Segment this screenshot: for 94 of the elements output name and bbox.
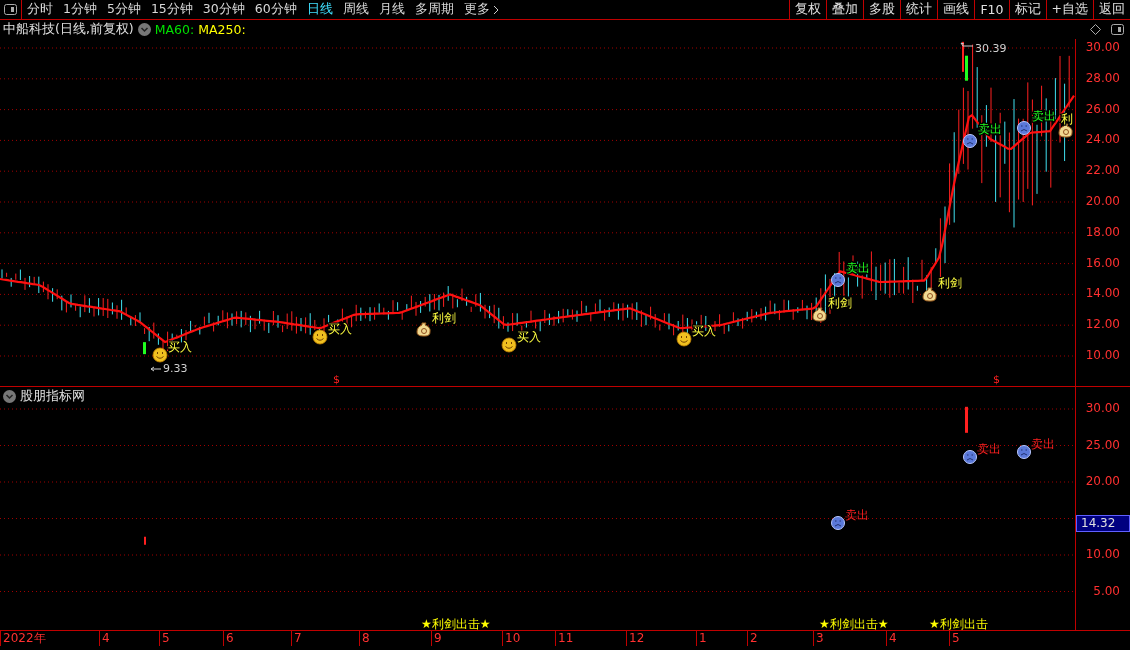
toolbar-button[interactable]: 统计 [900,0,938,19]
axis-label: 26.00 [1085,101,1120,116]
axis-label: 20.00 [1085,194,1120,208]
frown-icon [831,516,845,530]
axis-label: 18.00 [1085,224,1120,239]
frown-icon [963,450,977,464]
period-tab[interactable]: 5分钟 [101,0,146,19]
toolbar-button[interactable]: 叠加 [826,0,864,19]
period-tab[interactable]: 分时 [22,0,58,19]
signal-label: 卖出 [977,442,1001,456]
chevron-down-icon[interactable] [137,23,151,36]
date-label: 10 [502,631,521,646]
period-tab[interactable]: 15分钟 [145,0,198,19]
frown-icon [1017,121,1031,135]
axis-label: 5.00 [1093,583,1120,598]
period-tab[interactable]: 日线 [301,0,338,19]
toolbar-button[interactable]: 画线 [937,0,975,19]
toolbar-button[interactable]: F10 [974,0,1009,19]
axis-label: 28.00 [1085,70,1120,85]
toolbar-button[interactable]: 多股 [863,0,901,19]
axis-label: 16.00 [1085,255,1120,270]
date-label: 9 [431,631,442,646]
axis-label: 25.00 [1085,437,1120,452]
axis-label: 14.00 [1085,286,1120,301]
date-label: 7 [291,631,302,646]
event-label: ★利剑出击 [929,617,988,630]
dollar-marker: $ [333,373,340,386]
toolbar-button[interactable]: 标记 [1008,0,1046,19]
toolbar-button[interactable]: 复权 [789,0,827,19]
period-tab[interactable]: 1分钟 [58,0,102,19]
average-label: MA250: [198,22,246,37]
period-tab[interactable]: 多周期 [409,0,459,19]
signal-label: 买入 [517,330,541,344]
chevron-down-icon[interactable] [3,390,16,403]
period-tab[interactable]: 30分钟 [197,0,250,19]
signal-label: 买入 [328,322,352,336]
diamond-icon[interactable] [1090,24,1101,35]
arrow-icon [960,42,974,47]
signal-label: 利剑 [432,311,456,325]
average-label: MA60: [154,22,195,37]
smiley-icon [312,329,328,345]
money-bag-icon [812,307,827,322]
axis-label: 20.00 [1085,474,1120,488]
signal-label: 利剑 [938,276,962,290]
chart-title: 中船科技(日线,前复权) [3,21,134,38]
signal-label: 卖出 [1031,437,1055,451]
signal-bar [965,406,968,433]
date-label: 2 [747,631,758,646]
smiley-icon [501,337,517,353]
axis-label: 22.00 [1085,163,1120,178]
date-label: 5 [949,631,960,646]
date-label: 8 [359,631,370,646]
dollar-marker: $ [993,373,1000,386]
high-price-label: 30.39 [975,42,1007,55]
axis-label: 12.00 [1085,317,1120,332]
arrow-icon [150,366,162,372]
axis-label: 30.00 [1085,40,1120,54]
date-label: 12 [626,631,645,646]
date-label: 11 [555,631,574,646]
smiley-icon [676,331,692,347]
date-label: 4 [886,631,897,646]
date-label: 5 [159,631,170,646]
money-bag-icon [416,322,431,337]
signal-label: 买入 [168,340,192,354]
period-tab[interactable]: 更多 [458,0,504,19]
indicator-title: 股朋指标网 [20,388,85,405]
date-label: 3 [813,631,824,646]
current-value-label: 14.32 [1076,515,1130,533]
date-label: 6 [223,631,234,646]
date-label: 1 [696,631,707,646]
axis-label: 10.00 [1085,547,1120,561]
signal-label: 卖出 [845,508,869,522]
axis-label: 24.00 [1085,132,1120,147]
low-price-label: 9.33 [163,362,188,375]
frown-icon [1017,445,1031,459]
period-tab[interactable]: 60分钟 [249,0,302,19]
panel-toggle-icon[interactable] [1111,24,1124,35]
date-label: 4 [99,631,110,646]
event-label: ★利剑出击★ [421,617,491,630]
period-tab[interactable]: 周线 [337,0,374,19]
smiley-icon [152,347,168,363]
axis-label: 30.00 [1085,401,1120,415]
period-tab[interactable]: 月线 [373,0,410,19]
date-label: 2022年 [0,631,46,646]
event-label: ★利剑出击★ [819,617,889,630]
toolbar-button[interactable]: 返回 [1093,0,1130,19]
signal-label: 利剑 [828,296,852,310]
panel-toggle-icon[interactable] [4,4,17,15]
money-bag-icon [922,287,937,302]
money-bag-icon [1058,123,1073,138]
axis-label: 10.00 [1085,348,1120,362]
toolbar-button[interactable]: +自选 [1045,0,1093,19]
signal-label: 买入 [692,324,716,338]
chevron-right-icon [492,4,499,15]
